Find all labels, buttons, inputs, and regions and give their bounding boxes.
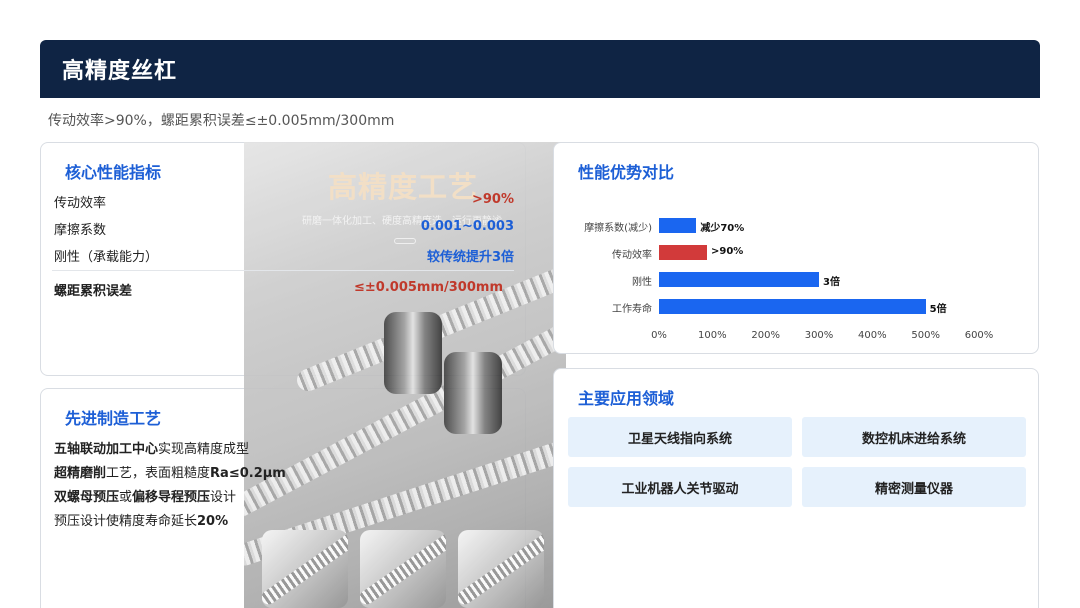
metric-value: 0.001~0.003 (420, 219, 514, 234)
metric-value: >90% (471, 192, 514, 207)
metric-label: 螺距累积误差 (54, 284, 133, 299)
app-item: 数控机床进给系统 (802, 417, 1026, 457)
screw-nut-image (444, 352, 502, 434)
thumbnail-image (262, 530, 348, 608)
bar-category-label: 传动效率 (612, 250, 652, 261)
bar (659, 272, 819, 287)
craft-line-text: 设计 (210, 490, 237, 505)
bar (659, 299, 926, 314)
craft-line: 双螺母预压或偏移导程预压设计 (54, 486, 236, 505)
x-tick-label: 100% (698, 330, 727, 341)
page-subtitle: 传动效率>90%，螺距累积误差≤±0.005mm/300mm (48, 113, 395, 129)
craft-line-bold: 五轴联动加工中心 (54, 442, 159, 457)
craft-line-text: 实现高精度成型 (158, 442, 250, 457)
craft-line-bold: 偏移导程预压 (132, 490, 211, 505)
x-tick-label: 600% (964, 330, 994, 341)
photo-pill (394, 238, 416, 244)
photo-title: 高精度工艺 (328, 170, 479, 204)
page-header: 高精度丝杠 (40, 40, 1040, 98)
bar-category-label: 摩擦系数(减少) (584, 223, 652, 234)
craft-line-bold: 20% (197, 514, 229, 529)
chart-card: 性能优势对比 摩擦系数(减少) 减少70% 传动效率 >90% 刚性 3倍 工作寿命 5倍 0%… (553, 142, 1039, 354)
craft-line-bold: 超精磨削 (54, 466, 107, 481)
craft-line-text: 或 (119, 490, 133, 505)
craft-line-text: 预压设计使精度寿命延长 (54, 514, 198, 529)
metric-label: 摩擦系数 (54, 223, 107, 238)
x-tick-label: 200% (751, 330, 780, 341)
bar (659, 245, 707, 260)
x-tick-label: 0% (651, 330, 667, 341)
ball-screw-photo: 高精度工艺 研磨一体化加工、硬度高精度选、运行更静谧 (244, 142, 566, 608)
bar (659, 218, 697, 233)
bar-chart: 摩擦系数(减少) 减少70% 传动效率 >90% 刚性 3倍工作寿命 5倍 0% 100% 200… (554, 143, 1040, 355)
metrics-divider (52, 270, 514, 271)
apps-title: 主要应用领域 (578, 389, 675, 408)
thumbnail-image (458, 530, 544, 608)
craft-line-bold: 双螺母预压 (54, 490, 120, 505)
app-item: 工业机器人关节驱动 (568, 467, 792, 507)
x-tick-label: 400% (858, 330, 887, 341)
craft-line-text: 工艺，表面粗糙度 (106, 466, 211, 481)
metric-value: ≤±0.005mm/300mm (354, 280, 503, 295)
x-tick-label: 500% (911, 330, 940, 341)
screw-nut-image (384, 312, 442, 394)
craft-line: 预压设计使精度寿命延长20% (54, 510, 228, 529)
metric-value: 较传统提升3倍 (426, 250, 514, 265)
bar-category-label: 刚性 (632, 277, 652, 288)
metric-label: 传动效率 (54, 196, 107, 211)
bar-value-label: >90% (711, 246, 744, 257)
app-item: 卫星天线指向系统 (568, 417, 792, 457)
craft-line-bold: Ra≤0.2μm (210, 466, 286, 481)
app-item: 精密测量仪器 (802, 467, 1026, 507)
page-title: 高精度丝杠 (62, 59, 178, 84)
craft-title: 先进制造工艺 (65, 409, 162, 428)
metrics-title: 核心性能指标 (65, 163, 162, 182)
thumbnail-image (360, 530, 446, 608)
x-tick-label: 300% (804, 330, 834, 341)
bar-value-label: 减少70% (700, 223, 745, 234)
bar-value-label: 5倍 (929, 304, 947, 315)
metric-label: 刚性（承载能力） (54, 250, 159, 265)
bar-category-label: 工作寿命 (612, 304, 652, 315)
apps-card: 主要应用领域 卫星天线指向系统 数控机床进给系统 工业机器人关节驱动 精密测量仪… (553, 368, 1039, 608)
craft-line: 五轴联动加工中心实现高精度成型 (54, 438, 249, 457)
craft-line: 超精磨削工艺，表面粗糙度Ra≤0.2μm (54, 462, 286, 481)
bar-value-label: 3倍 (823, 277, 840, 288)
